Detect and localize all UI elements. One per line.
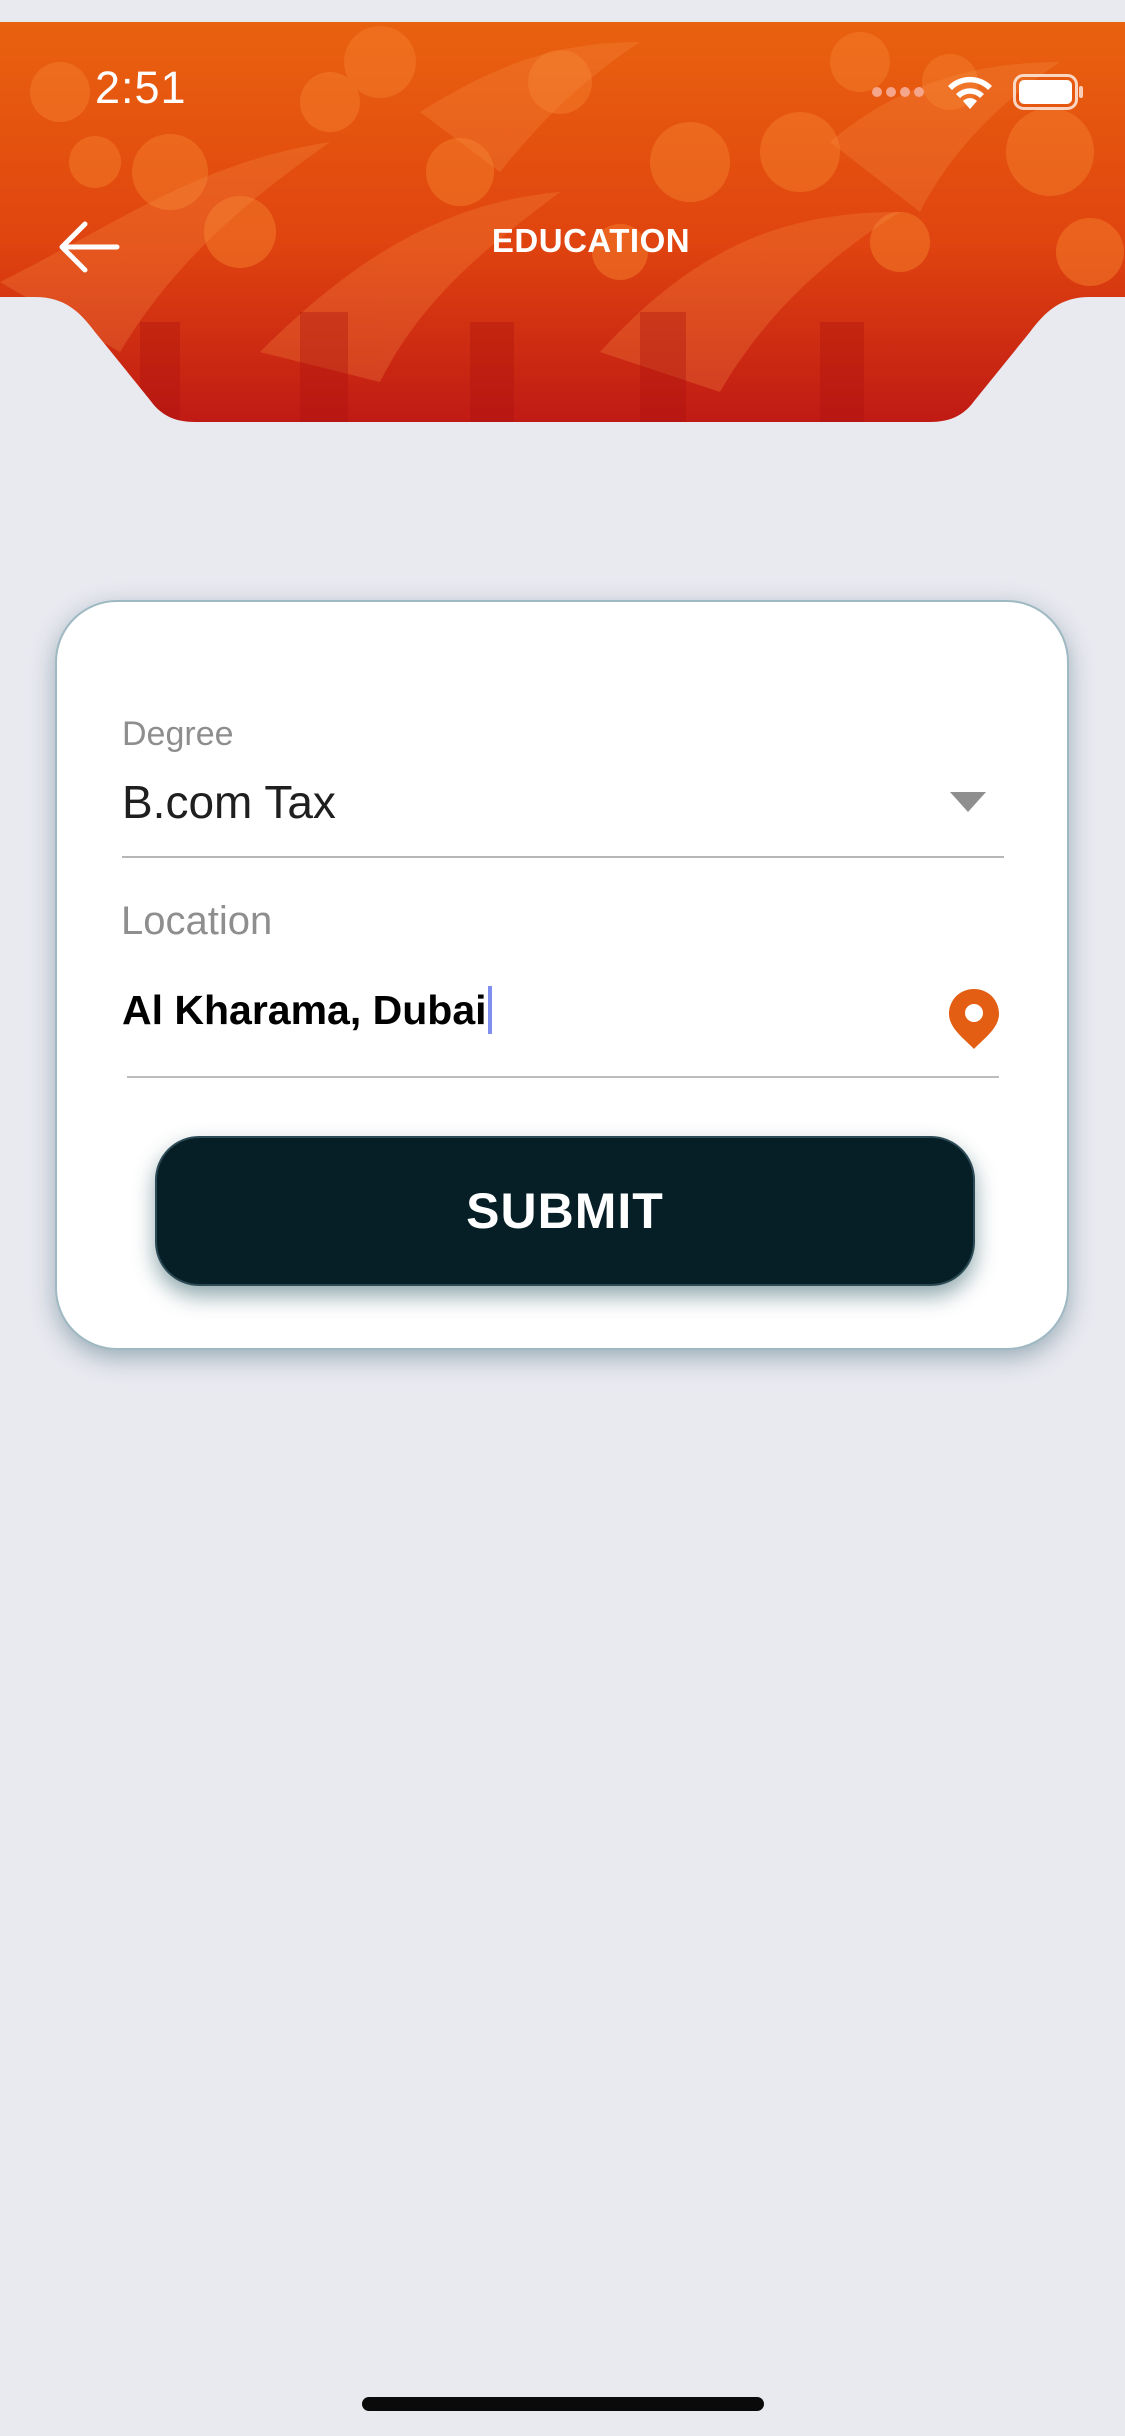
header-banner: 2:51 EDUCATION: [0, 22, 1125, 422]
submit-button[interactable]: SUBMIT: [155, 1136, 975, 1286]
degree-select[interactable]: B.com Tax: [122, 775, 336, 829]
wifi-icon: [948, 76, 992, 109]
page-title: EDUCATION: [491, 222, 691, 259]
text-caret: [487, 986, 492, 1035]
degree-label: Degree: [122, 715, 234, 753]
top-strip: [0, 0, 1125, 22]
status-icons: [871, 72, 1085, 112]
status-time: 2:51: [95, 62, 187, 113]
chevron-down-icon[interactable]: [950, 792, 986, 812]
degree-underline: [122, 856, 1004, 858]
home-indicator[interactable]: [362, 2397, 764, 2411]
location-underline: [127, 1076, 999, 1078]
education-form-card: Degree B.com Tax Location Al Kharama, Du…: [55, 600, 1069, 1350]
location-value: Al Kharama, Dubai: [122, 987, 487, 1033]
cellular-signal-icon: [872, 87, 924, 97]
battery-icon: [1013, 74, 1083, 110]
location-input[interactable]: Al Kharama, Dubai: [122, 986, 902, 1037]
location-label: Location: [121, 899, 273, 943]
location-pin-icon[interactable]: [947, 987, 1001, 1051]
